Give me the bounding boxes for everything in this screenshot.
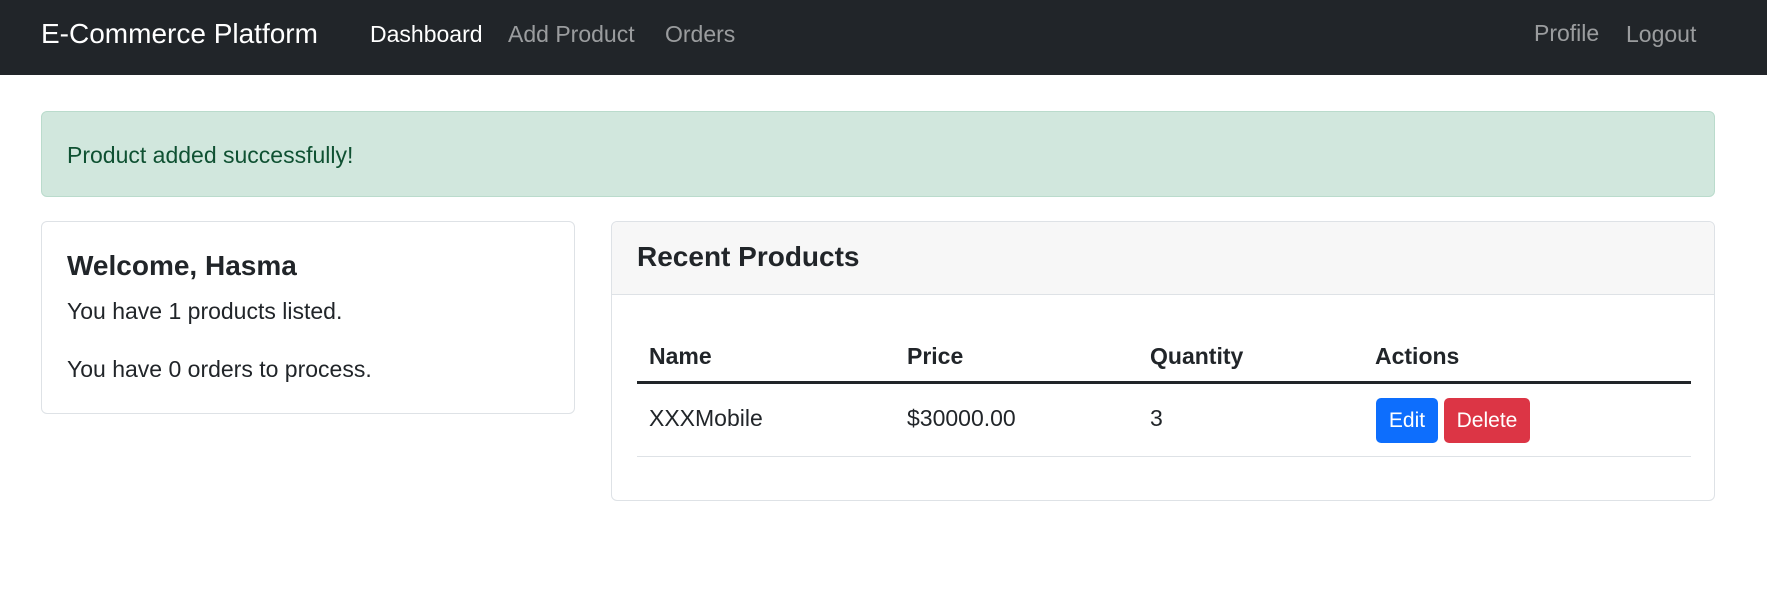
nav-orders[interactable]: Orders	[665, 18, 735, 50]
column-header-quantity: Quantity	[1150, 343, 1244, 369]
orders-count-text: You have 0 orders to process.	[67, 356, 372, 382]
products-table: Name Price Quantity Actions XXXMobile $3…	[637, 332, 1691, 457]
table-row: XXXMobile $30000.00 3 Edit Delete	[637, 384, 1691, 457]
success-alert: Product added successfully!	[41, 111, 1715, 197]
table-header-row: Name Price Quantity Actions	[637, 332, 1691, 384]
nav-profile[interactable]: Profile	[1534, 17, 1599, 49]
welcome-title: Welcome, Hasma	[67, 250, 297, 281]
products-count-text: You have 1 products listed.	[67, 298, 343, 324]
edit-button[interactable]: Edit	[1376, 398, 1438, 443]
column-header-price: Price	[907, 343, 964, 369]
recent-products-header: Recent Products	[612, 222, 1714, 295]
brand-link[interactable]: E-Commerce Platform	[41, 16, 318, 52]
product-quantity-cell: 3	[1150, 405, 1163, 431]
product-price-cell: $30000.00	[907, 405, 1016, 431]
nav-add-product[interactable]: Add Product	[508, 18, 635, 50]
column-header-name: Name	[649, 343, 712, 369]
recent-products-card: Recent Products Name Price Quantity Acti…	[611, 221, 1715, 501]
recent-products-title: Recent Products	[637, 241, 860, 272]
welcome-card: Welcome, Hasma You have 1 products liste…	[41, 221, 575, 414]
nav-dashboard[interactable]: Dashboard	[370, 18, 483, 50]
product-name-cell: XXXMobile	[649, 405, 763, 431]
delete-button[interactable]: Delete	[1444, 398, 1530, 443]
column-header-actions: Actions	[1375, 343, 1460, 369]
top-navbar: E-Commerce Platform Dashboard Add Produc…	[0, 0, 1767, 75]
nav-logout[interactable]: Logout	[1626, 18, 1696, 50]
